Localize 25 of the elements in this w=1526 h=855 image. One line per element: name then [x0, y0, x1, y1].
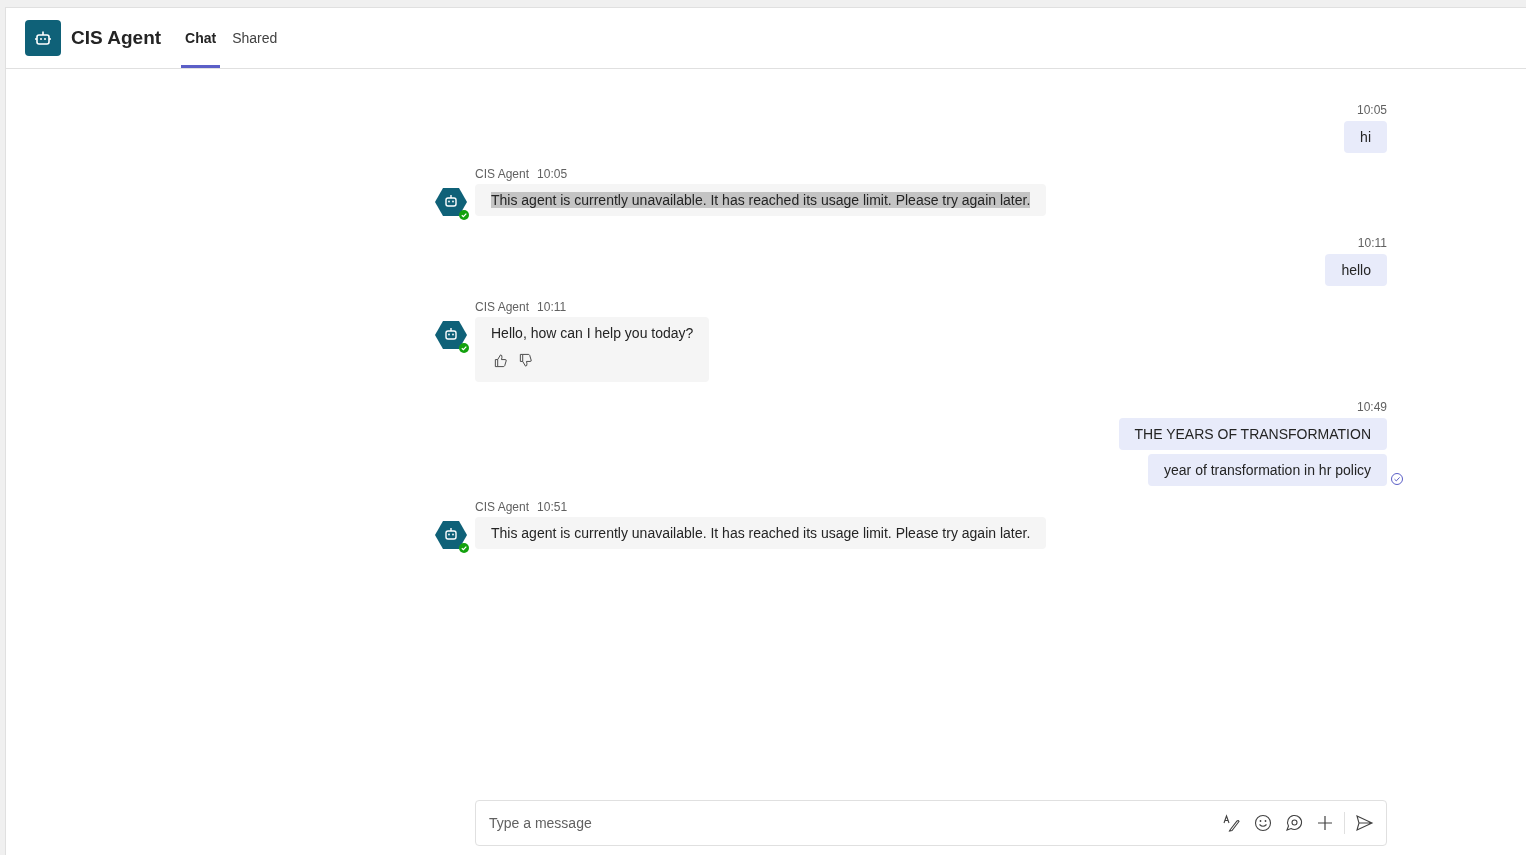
- message-text: Hello, how can I help you today?: [491, 325, 694, 341]
- tab[interactable]: Shared: [228, 8, 282, 68]
- message-text: This agent is currently unavailable. It has reached its usage limit. Please try again later.: [491, 192, 1031, 208]
- message-time: 10:05: [1356, 103, 1387, 117]
- bot-avatar: [435, 186, 467, 218]
- sender-name: CIS Agent: [475, 167, 530, 181]
- sender-name: CIS Agent: [475, 300, 530, 314]
- message-time: 10:49: [1356, 400, 1387, 414]
- sent-message: year of transformation in hr policy: [1148, 454, 1387, 486]
- message-time: 10:05: [537, 167, 568, 181]
- message-time: 10:11: [1357, 236, 1387, 250]
- message-input[interactable]: Type a message: [476, 814, 1220, 832]
- tab[interactable]: Chat: [181, 8, 221, 68]
- bot-avatar: [435, 319, 467, 351]
- sent-message: hello: [1325, 254, 1387, 286]
- sent-message: hi: [1344, 121, 1387, 153]
- message-time: 10:11: [537, 300, 567, 314]
- bot-avatar: [435, 519, 467, 551]
- message-box[interactable]: Type a message: [475, 800, 1387, 846]
- sent-message: THE YEARS OF TRANSFORMATION: [1118, 418, 1387, 450]
- sender-name: CIS Agent: [475, 500, 530, 514]
- bot-logo-icon: [25, 20, 61, 56]
- message-time: 10:51: [537, 500, 568, 514]
- chat-title: CIS Agent: [71, 27, 162, 49]
- message-text: This agent is currently unavailable. It has reached its usage limit. Please try again later.: [491, 525, 1031, 541]
